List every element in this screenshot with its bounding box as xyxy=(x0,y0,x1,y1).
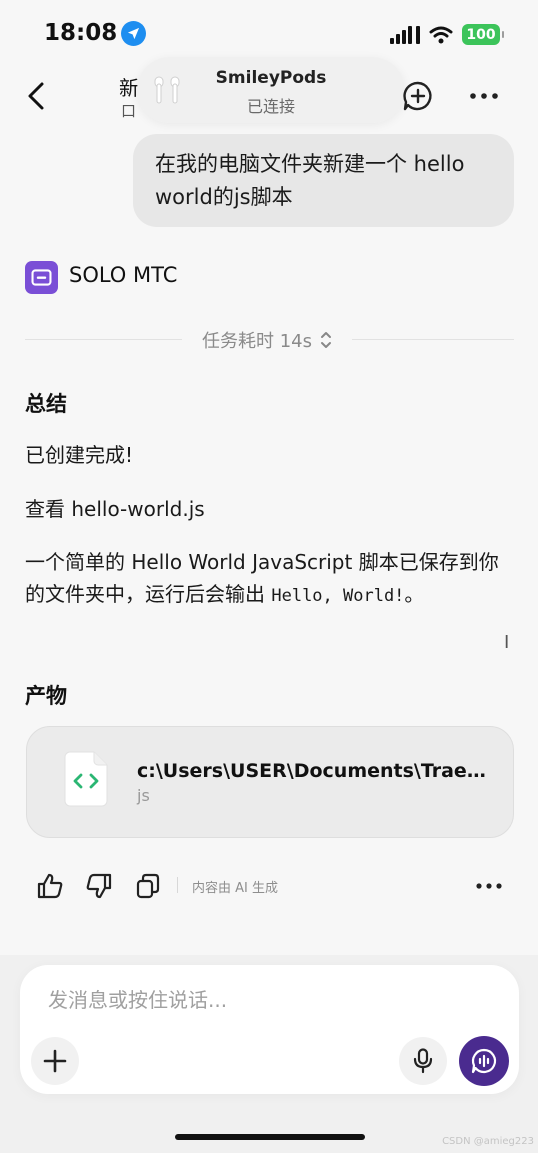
like-button[interactable] xyxy=(36,872,64,900)
microphone-button[interactable] xyxy=(399,1037,447,1085)
attach-button[interactable] xyxy=(31,1037,79,1085)
robot-icon xyxy=(31,269,52,286)
thumbs-up-icon xyxy=(37,873,63,899)
more-horizontal-icon xyxy=(476,883,502,889)
airpods-connection-popup[interactable]: SmileyPods 已连接 xyxy=(137,57,405,123)
dislike-button[interactable] xyxy=(85,872,113,900)
airpods-status: 已连接 xyxy=(246,97,295,116)
view-file-link[interactable]: 查看 hello-world.js xyxy=(25,493,205,522)
chevron-up-down-icon xyxy=(321,332,331,348)
summary-heading: 总结 xyxy=(25,392,67,416)
new-chat-button[interactable] xyxy=(402,80,434,112)
divider xyxy=(25,339,182,340)
battery-level: 100 xyxy=(466,26,496,43)
more-horizontal-icon xyxy=(470,93,498,99)
agent-name: SOLO MTC xyxy=(69,263,178,287)
copy-icon xyxy=(136,873,160,899)
back-button[interactable] xyxy=(18,76,54,116)
summary-description: 一个简单的 Hello World JavaScript 脚本已保存到你的文件夹… xyxy=(25,546,515,612)
divider xyxy=(352,339,514,340)
wifi-icon xyxy=(429,26,453,43)
microphone-icon xyxy=(413,1048,433,1074)
new-chat-plus-icon xyxy=(403,81,432,111)
output-code: Hello, World! xyxy=(271,586,405,606)
composer xyxy=(20,965,519,1094)
airpods-device-name: SmileyPods xyxy=(215,68,327,88)
header-more-button[interactable] xyxy=(468,84,500,108)
chevron-left-icon xyxy=(28,82,44,110)
voice-chat-button[interactable] xyxy=(459,1036,509,1086)
status-indicators: 100 xyxy=(390,24,504,45)
voice-chat-icon xyxy=(471,1048,497,1074)
user-message-bubble[interactable]: 在我的电脑文件夹新建一个 hello world的js脚本 xyxy=(133,134,514,227)
task-duration-toggle[interactable]: 任务耗时 14s xyxy=(182,327,352,353)
battery-indicator: 100 xyxy=(462,24,504,45)
watermark: CSDN @amieg223 xyxy=(442,1136,534,1147)
thumbs-down-icon xyxy=(86,873,112,899)
divider xyxy=(177,877,178,893)
message-more-button[interactable] xyxy=(474,878,504,894)
artifact-file-name: c:\Users\USER\Documents\TraeSol... xyxy=(137,760,497,782)
message-input[interactable] xyxy=(46,983,486,1017)
text-cursor-icon: I xyxy=(504,632,510,653)
user-message-text: 在我的电脑文件夹新建一个 hello world的js脚本 xyxy=(155,152,465,209)
description-text: 一个简单的 Hello World JavaScript 脚本已保存到你的文件夹… xyxy=(25,550,499,606)
description-end: 。 xyxy=(404,582,425,606)
artifact-file-type: js xyxy=(137,786,150,805)
ai-generated-note: 内容由 AI 生成 xyxy=(192,881,278,896)
agent-avatar xyxy=(25,261,58,294)
copy-button[interactable] xyxy=(134,872,162,900)
home-indicator[interactable] xyxy=(175,1134,365,1140)
artifacts-heading: 产物 xyxy=(25,684,67,708)
cellular-signal-icon xyxy=(390,25,420,44)
plus-icon xyxy=(43,1049,67,1073)
location-arrow-icon xyxy=(121,20,147,46)
created-status-text: 已创建完成! xyxy=(25,443,134,467)
task-duration-label: 任务耗时 14s xyxy=(201,331,312,352)
code-file-icon xyxy=(64,751,108,807)
status-time: 18:08 xyxy=(44,20,147,46)
clock-text: 18:08 xyxy=(44,20,118,46)
artifact-card[interactable]: c:\Users\USER\Documents\TraeSol... js xyxy=(26,726,514,838)
chat-screen: 18:08 100 新 口 SmileyPods 已连接 在我的电脑文件夹新建一… xyxy=(0,0,538,1153)
